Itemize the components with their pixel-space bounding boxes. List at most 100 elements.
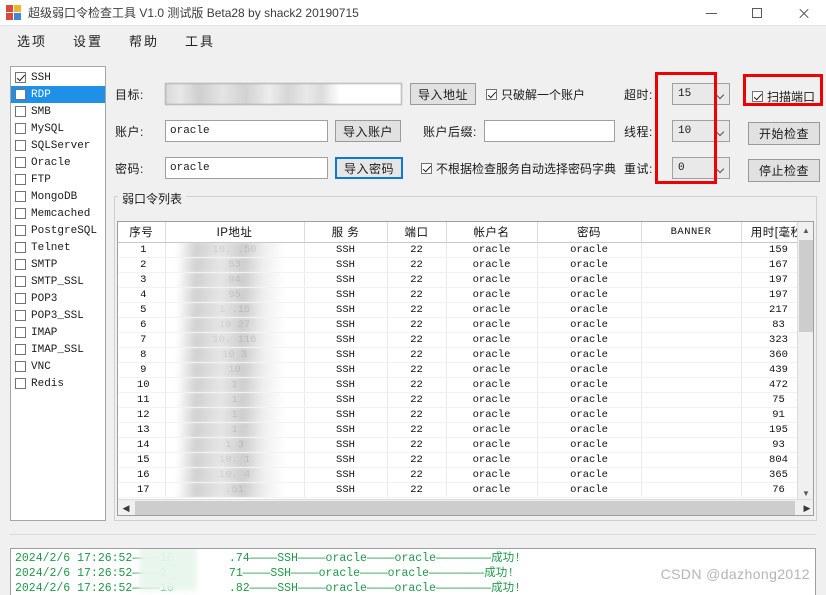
table-row[interactable]: 610 27SSH22oracleoracle83 bbox=[118, 317, 813, 333]
target-input[interactable] bbox=[165, 83, 402, 105]
ip-redaction-mask bbox=[165, 452, 303, 466]
auto-dictionary-checkbox[interactable]: 不根据检查服务自动选择密码字典 bbox=[421, 160, 616, 177]
table-row[interactable]: 2 53SSH22oracleoracle167 bbox=[118, 257, 813, 273]
protocol-item-imap_ssl[interactable]: IMAP_SSL bbox=[11, 341, 105, 358]
table-row[interactable]: 131 SSH22oracleoracle195 bbox=[118, 422, 813, 438]
vertical-scrollbar-thumb[interactable] bbox=[799, 240, 813, 332]
start-check-button[interactable]: 开始检查 bbox=[748, 122, 820, 145]
scroll-left-icon[interactable]: ◀ bbox=[118, 500, 134, 515]
protocol-checkbox[interactable] bbox=[15, 140, 26, 151]
protocol-checkbox[interactable] bbox=[15, 89, 26, 100]
table-row[interactable]: 101 SSH22oracleoracle472 bbox=[118, 377, 813, 393]
menu-item-tools[interactable]: 工具 bbox=[176, 28, 224, 53]
protocol-item-smtp_ssl[interactable]: SMTP_SSL bbox=[11, 273, 105, 290]
column-header[interactable]: 端口 bbox=[387, 222, 447, 243]
protocol-checkbox[interactable] bbox=[15, 276, 26, 287]
horizontal-scrollbar[interactable]: ◀ ▶ bbox=[118, 499, 813, 515]
protocol-checkbox[interactable] bbox=[15, 293, 26, 304]
table-row[interactable]: 810 3SSH22oracleoracle360 bbox=[118, 347, 813, 363]
cell-port: 22 bbox=[387, 452, 447, 468]
table-row[interactable]: 4 95SSH22oracleoracle197 bbox=[118, 287, 813, 303]
account-input[interactable]: oracle bbox=[165, 120, 328, 142]
protocol-item-imap[interactable]: IMAP bbox=[11, 324, 105, 341]
import-address-button[interactable]: 导入地址 bbox=[410, 83, 477, 105]
protocol-checkbox[interactable] bbox=[15, 327, 26, 338]
protocol-item-ftp[interactable]: FTP bbox=[11, 171, 105, 188]
protocol-item-vnc[interactable]: VNC bbox=[11, 358, 105, 375]
protocol-item-memcached[interactable]: Memcached bbox=[11, 205, 105, 222]
threads-select[interactable]: 10 bbox=[672, 120, 730, 142]
password-row: 密码: oracle 导入密码 不根据检查服务自动选择密码字典 bbox=[115, 157, 616, 179]
cell-port: 22 bbox=[387, 467, 447, 483]
protocol-checkbox[interactable] bbox=[15, 361, 26, 372]
table-row[interactable]: 1510. 1SSH22oracleoracle804 bbox=[118, 452, 813, 468]
protocol-checkbox[interactable] bbox=[15, 191, 26, 202]
protocol-checkbox-list[interactable]: SSH RDP SMB MySQL SQLServer Oracle FTP MongoDB M… bbox=[10, 66, 106, 521]
table-row[interactable]: 110. .50SSH22oracleoracle159 bbox=[118, 242, 813, 258]
protocol-item-postgresql[interactable]: PostgreSQL bbox=[11, 222, 105, 239]
results-grid[interactable]: 序号IP地址服 务端口帐户名密码BANNER用时[毫秒] 110. .50SSH… bbox=[117, 221, 814, 516]
import-account-button[interactable]: 导入账户 bbox=[335, 120, 402, 142]
scan-port-checkbox[interactable]: 扫描端口 bbox=[752, 88, 815, 105]
protocol-checkbox[interactable] bbox=[15, 208, 26, 219]
protocol-item-pop3[interactable]: POP3 bbox=[11, 290, 105, 307]
vertical-scrollbar[interactable]: ▲ ▼ bbox=[797, 222, 813, 501]
scroll-up-icon[interactable]: ▲ bbox=[798, 222, 813, 238]
menu-item-help[interactable]: 帮助 bbox=[120, 28, 168, 53]
table-row[interactable]: 3 94SSH22oracleoracle197 bbox=[118, 272, 813, 288]
protocol-item-sqlserver[interactable]: SQLServer bbox=[11, 137, 105, 154]
protocol-item-rdp[interactable]: RDP bbox=[11, 86, 105, 103]
account-suffix-input[interactable] bbox=[483, 120, 615, 142]
close-button[interactable] bbox=[780, 0, 826, 26]
protocol-checkbox[interactable] bbox=[15, 259, 26, 270]
maximize-button[interactable] bbox=[734, 0, 780, 26]
column-header[interactable]: BANNER bbox=[641, 222, 742, 243]
column-header[interactable]: 密码 bbox=[537, 222, 642, 243]
protocol-checkbox[interactable] bbox=[15, 106, 26, 117]
table-row[interactable]: 141 3SSH22oracleoracle93 bbox=[118, 437, 813, 453]
column-header[interactable]: 服 务 bbox=[304, 222, 388, 243]
protocol-item-smtp[interactable]: SMTP bbox=[11, 256, 105, 273]
table-row[interactable]: 121 SSH22oracleoracle91 bbox=[118, 407, 813, 423]
menu-item-options[interactable]: 选项 bbox=[8, 28, 56, 53]
protocol-item-pop3_ssl[interactable]: POP3_SSL bbox=[11, 307, 105, 324]
horizontal-scrollbar-thumb[interactable] bbox=[135, 501, 795, 515]
protocol-checkbox[interactable] bbox=[15, 310, 26, 321]
import-password-button[interactable]: 导入密码 bbox=[335, 157, 404, 179]
password-input[interactable]: oracle bbox=[165, 157, 328, 179]
ip-redaction-mask bbox=[165, 287, 303, 301]
table-row[interactable]: 710. 116SSH22oracleoracle323 bbox=[118, 332, 813, 348]
protocol-checkbox[interactable] bbox=[15, 344, 26, 355]
timeout-select[interactable]: 15 bbox=[672, 83, 730, 105]
protocol-checkbox[interactable] bbox=[15, 72, 26, 83]
table-row[interactable]: 17 .51SSH22oracleoracle76 bbox=[118, 482, 813, 498]
protocol-checkbox[interactable] bbox=[15, 242, 26, 253]
table-row[interactable]: 1610. 4SSH22oracleoracle365 bbox=[118, 467, 813, 483]
protocol-item-telnet[interactable]: Telnet bbox=[11, 239, 105, 256]
menu-item-settings[interactable]: 设置 bbox=[64, 28, 112, 53]
protocol-item-ssh[interactable]: SSH bbox=[11, 69, 105, 86]
only-one-account-checkbox[interactable]: 只破解一个账户 bbox=[486, 86, 585, 103]
column-header[interactable]: 帐户名 bbox=[446, 222, 538, 243]
table-row[interactable]: 51 .15SSH22oracleoracle217 bbox=[118, 302, 813, 318]
retry-select[interactable]: 0 bbox=[672, 157, 730, 179]
only-one-account-label: 只破解一个账户 bbox=[501, 87, 586, 102]
protocol-item-mysql[interactable]: MySQL bbox=[11, 120, 105, 137]
protocol-checkbox[interactable] bbox=[15, 225, 26, 236]
table-row[interactable]: 111 SSH22oracleoracle75 bbox=[118, 392, 813, 408]
scroll-right-icon[interactable]: ▶ bbox=[799, 500, 813, 515]
protocol-item-smb[interactable]: SMB bbox=[11, 103, 105, 120]
protocol-item-oracle[interactable]: Oracle bbox=[11, 154, 105, 171]
protocol-checkbox[interactable] bbox=[15, 123, 26, 134]
column-header[interactable]: IP地址 bbox=[165, 222, 305, 243]
account-suffix-label: 账户后缀: bbox=[423, 124, 477, 139]
minimize-button[interactable] bbox=[688, 0, 734, 26]
stop-check-button[interactable]: 停止检查 bbox=[748, 159, 820, 182]
protocol-checkbox[interactable] bbox=[15, 378, 26, 389]
protocol-item-redis[interactable]: Redis bbox=[11, 375, 105, 392]
table-row[interactable]: 910 SSH22oracleoracle439 bbox=[118, 362, 813, 378]
protocol-item-mongodb[interactable]: MongoDB bbox=[11, 188, 105, 205]
protocol-checkbox[interactable] bbox=[15, 157, 26, 168]
protocol-checkbox[interactable] bbox=[15, 174, 26, 185]
column-header[interactable]: 序号 bbox=[118, 222, 166, 243]
